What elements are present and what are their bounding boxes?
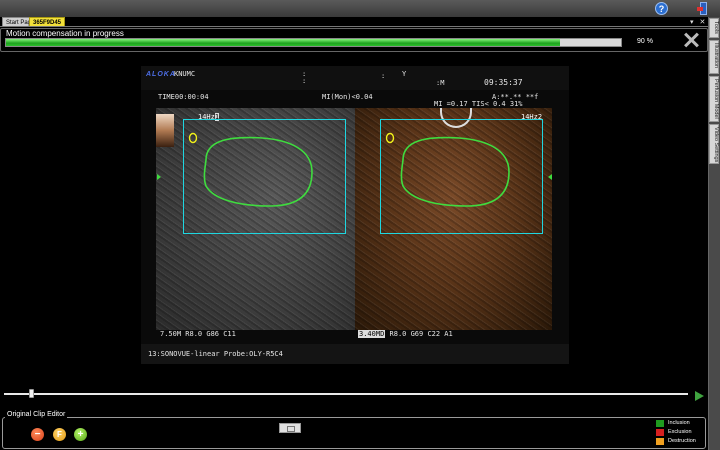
legend-swatch-destruction xyxy=(656,438,664,445)
legend-destruction-label: Destruction xyxy=(668,438,696,444)
legend-exclusion-label: Exclusion xyxy=(668,429,692,435)
legend-inclusion-label: Inclusion xyxy=(668,420,690,426)
clip-editor-panel xyxy=(2,417,706,449)
remove-button[interactable]: − xyxy=(31,428,44,441)
timeline-track[interactable] xyxy=(4,393,688,395)
contour-right[interactable] xyxy=(400,136,510,207)
legend-swatch-inclusion xyxy=(656,420,664,427)
legend-inclusion: Inclusion xyxy=(656,419,696,428)
legend-swatch-exclusion xyxy=(656,429,664,436)
play-icon[interactable] xyxy=(695,391,704,401)
params-right-values: R8.0 G69 C22 A1 xyxy=(385,330,453,338)
probe-line: 13:SONOVUE-linear Probe:OLY-R5C4 xyxy=(148,350,283,358)
contour-left[interactable] xyxy=(203,136,313,207)
params-left: 7.50M R8.0 G86 C11 xyxy=(160,330,236,338)
timeline-thumb[interactable] xyxy=(29,389,35,398)
f-button[interactable]: F xyxy=(53,428,66,441)
marker-yellow-right[interactable] xyxy=(385,132,395,144)
add-button[interactable]: + xyxy=(74,428,87,441)
contour-overlay xyxy=(188,132,510,207)
params-right: 3.40MD R8.0 G69 C22 A1 xyxy=(358,330,453,338)
marker-yellow-left[interactable] xyxy=(188,132,198,144)
params-right-badge: 3.40MD xyxy=(358,330,386,338)
legend-destruction: Destruction xyxy=(656,437,696,446)
legend-exclusion: Exclusion xyxy=(656,428,696,437)
clip-editor-title: Original Clip Editor xyxy=(5,411,68,418)
snapshot-icon[interactable] xyxy=(279,423,301,433)
legend: Inclusion Exclusion Destruction xyxy=(656,419,696,446)
app-window: ? Start Page 365F9D45 ▾ ✕ Tools Illustra… xyxy=(0,0,720,450)
